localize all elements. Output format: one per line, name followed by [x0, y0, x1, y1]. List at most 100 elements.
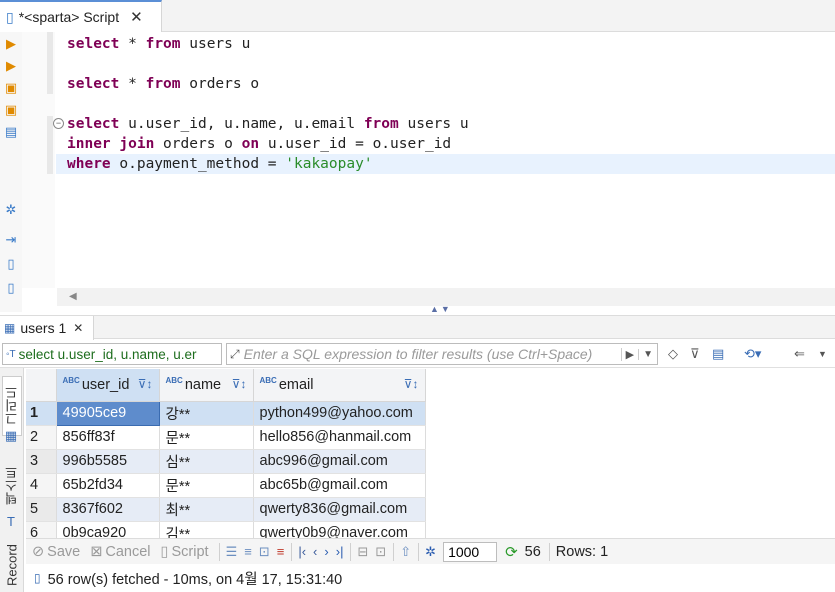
- fetch-all-icon[interactable]: ⊡: [375, 544, 386, 560]
- sort-filter-icon[interactable]: ⊽↕: [232, 377, 247, 391]
- explain-plan-icon[interactable]: ▤: [3, 124, 19, 140]
- sql-text: users u: [398, 116, 469, 132]
- close-icon[interactable]: ✕: [73, 321, 83, 335]
- tab-grid-view[interactable]: 그리드: [2, 376, 22, 436]
- table-cell[interactable]: hello856@hanmail.com: [253, 425, 426, 450]
- delete-row-icon[interactable]: ≡: [277, 544, 285, 559]
- sql-text: *: [119, 76, 146, 92]
- table-row[interactable]: 2 856ff83f 문** hello856@hanmail.com: [26, 425, 426, 450]
- text-type-icon: ABC: [259, 376, 277, 386]
- copy-row-icon[interactable]: ⊡: [259, 544, 270, 560]
- export-data-icon[interactable]: ⇧: [400, 544, 411, 560]
- table-cell[interactable]: 0b9ca920: [56, 521, 160, 539]
- execute-script-icon[interactable]: ▣: [3, 80, 19, 96]
- row-number[interactable]: 4: [26, 473, 57, 498]
- close-icon[interactable]: ✕: [130, 8, 143, 26]
- code-line: select * from orders o: [67, 74, 259, 94]
- results-grid[interactable]: ABC user_id ⊽↕ ABC name ⊽↕ ABC email ⊽↕ 1 4…: [26, 369, 835, 539]
- sort-filter-icon[interactable]: ⊽↕: [138, 377, 153, 391]
- gear-icon[interactable]: ✲: [425, 544, 436, 560]
- back-icon[interactable]: ⇐: [794, 346, 805, 362]
- filter-input[interactable]: [239, 344, 621, 364]
- statement-marker: [47, 32, 53, 94]
- tab-text-view[interactable]: 텍스트: [2, 456, 22, 516]
- row-number[interactable]: 2: [26, 425, 57, 450]
- editor-tab-script[interactable]: ▯ *<sparta> Script ✕: [0, 0, 162, 32]
- sql-editor[interactable]: − select * from users u select * from or…: [22, 32, 835, 288]
- text-type-icon: ABC: [62, 376, 80, 386]
- row-number[interactable]: 5: [26, 497, 57, 522]
- column-header-email[interactable]: ABC email ⊽↕: [253, 369, 426, 402]
- execute-statement-icon[interactable]: ▶: [3, 36, 19, 52]
- last-page-icon[interactable]: ›|: [336, 544, 344, 559]
- execute-script-new-tab-icon[interactable]: ▣: [3, 102, 19, 118]
- table-cell[interactable]: abc65b@gmail.com: [253, 473, 426, 498]
- table-cell[interactable]: 문**: [159, 473, 254, 498]
- fold-toggle-icon[interactable]: −: [53, 118, 64, 129]
- script-button[interactable]: ▯ Script: [161, 544, 209, 560]
- grid-corner[interactable]: [26, 369, 57, 402]
- table-cell[interactable]: 49905ce9: [55, 400, 160, 426]
- gear-icon[interactable]: ✲: [3, 202, 19, 218]
- table-cell[interactable]: qwerty836@gmail.com: [253, 497, 426, 522]
- row-number[interactable]: 1: [26, 401, 57, 426]
- row-number[interactable]: 3: [26, 449, 57, 474]
- column-header-user-id[interactable]: ABC user_id ⊽↕: [56, 369, 160, 402]
- next-page-icon[interactable]: ›: [324, 544, 328, 559]
- table-row[interactable]: 3 996b5585 심** abc996@gmail.com: [26, 449, 426, 474]
- table-cell[interactable]: 김**: [159, 521, 254, 539]
- table-row[interactable]: 4 65b2fd34 문** abc65b@gmail.com: [26, 473, 426, 498]
- table-cell[interactable]: 65b2fd34: [56, 473, 160, 498]
- filter-history-icon[interactable]: ▼: [638, 348, 657, 360]
- save-script-icon[interactable]: ▯: [3, 280, 19, 296]
- save-button[interactable]: ⊘ Save: [32, 544, 80, 560]
- sync-icon[interactable]: ⟲▾: [744, 346, 761, 362]
- add-row-icon[interactable]: ≡: [244, 544, 252, 559]
- previous-page-icon[interactable]: ‹: [313, 544, 317, 559]
- table-cell[interactable]: 8367f602: [56, 497, 160, 522]
- table-row[interactable]: 1 49905ce9 강** python499@yahoo.com: [26, 400, 426, 426]
- filter-settings-icon[interactable]: ⊽: [690, 346, 700, 362]
- results-tab-bar: ▦ users 1 ✕: [0, 315, 835, 340]
- refresh-filter-icon[interactable]: ▤: [712, 346, 724, 362]
- sql-text: u.user_id, u.name, u.email: [119, 116, 364, 132]
- column-header-name[interactable]: ABC name ⊽↕: [159, 369, 254, 402]
- table-row[interactable]: 6 0b9ca920 김** qwerty0b9@naver.com: [26, 521, 426, 539]
- table-cell[interactable]: 최**: [159, 497, 254, 522]
- chevron-down-icon[interactable]: ▼: [818, 349, 827, 359]
- tab-record-view[interactable]: Record: [2, 538, 22, 592]
- table-cell[interactable]: qwerty0b9@naver.com: [253, 521, 426, 539]
- first-page-icon[interactable]: |‹: [298, 544, 306, 559]
- load-script-icon[interactable]: ▯: [3, 256, 19, 272]
- fetched-count: 56: [524, 543, 541, 560]
- refresh-icon[interactable]: ⟳: [505, 543, 518, 561]
- table-cell[interactable]: 996b5585: [56, 449, 160, 474]
- table-cell[interactable]: 심**: [159, 449, 254, 474]
- query-source-field[interactable]: ◦T select u.user_id, u.name, u.er: [2, 343, 222, 365]
- row-number[interactable]: 6: [26, 521, 57, 539]
- export-icon[interactable]: ⇥: [3, 232, 19, 248]
- edit-row-icon[interactable]: ☰: [226, 544, 238, 560]
- max-rows-input[interactable]: [443, 541, 498, 562]
- table-cell[interactable]: 856ff83f: [56, 425, 160, 450]
- results-tab-users[interactable]: ▦ users 1 ✕: [0, 316, 94, 340]
- expand-icon[interactable]: ⤢: [227, 347, 240, 362]
- table-row[interactable]: 5 8367f602 최** qwerty836@gmail.com: [26, 497, 426, 522]
- table-cell[interactable]: abc996@gmail.com: [253, 449, 426, 474]
- erase-filter-icon[interactable]: ◇: [668, 346, 678, 362]
- apply-filter-icon[interactable]: ▶: [620, 347, 638, 361]
- sort-filter-icon[interactable]: ⊽↕: [404, 377, 419, 391]
- table-cell[interactable]: 강**: [159, 401, 254, 426]
- cancel-button[interactable]: ⊠ Cancel: [90, 544, 150, 560]
- table-cell[interactable]: python499@yahoo.com: [253, 401, 426, 426]
- panel-splitter-arrows[interactable]: ▲▼: [430, 304, 452, 314]
- scroll-left-icon[interactable]: ◀: [69, 291, 77, 302]
- execute-in-new-tab-icon[interactable]: ▶: [3, 58, 19, 74]
- fetch-page-icon[interactable]: ⊟: [357, 544, 368, 560]
- table-cell[interactable]: 문**: [159, 425, 254, 450]
- sql-text: *: [119, 36, 146, 52]
- sql-text: u.user_id = o.user_id: [259, 136, 452, 152]
- rows-count: Rows: 1: [555, 543, 609, 560]
- query-icon: ◦T: [6, 348, 16, 360]
- status-bar: ▯ 56 row(s) fetched - 10ms, on 4월 17, 15…: [26, 564, 835, 592]
